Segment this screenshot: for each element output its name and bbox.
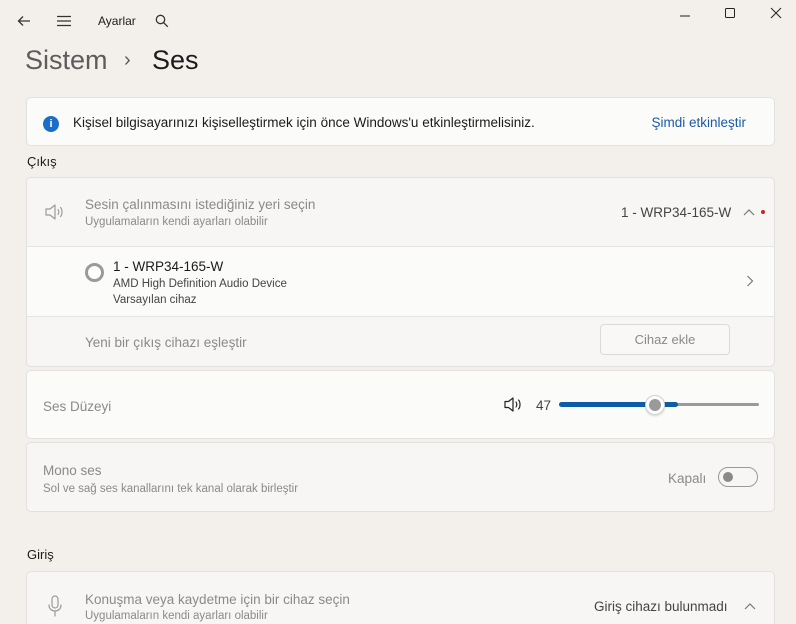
page-title: Ses — [152, 45, 199, 75]
info-icon: i — [43, 116, 59, 132]
close-button[interactable] — [762, 4, 790, 22]
volume-value: 47 — [536, 398, 552, 413]
selected-output-device: 1 - WRP34-165-W — [621, 205, 732, 220]
breadcrumb-separator: › — [124, 49, 131, 71]
output-section-label: Çıkış — [27, 154, 57, 169]
add-device-button[interactable]: Cihaz ekle — [600, 324, 730, 355]
app-title: Ayarlar — [98, 14, 136, 28]
volume-slider-thumb[interactable] — [645, 395, 665, 415]
back-arrow-icon — [17, 16, 30, 26]
activation-message: Kişisel bilgisayarınızı kişiselleştirmek… — [73, 115, 535, 130]
volume-label: Ses Düzeyi — [43, 399, 112, 414]
device-status: Varsayılan cihaz — [113, 294, 197, 306]
maximize-button[interactable] — [716, 4, 744, 22]
volume-card: Ses Düzeyi 47 — [26, 370, 775, 439]
device-name: 1 - WRP34-165-W — [113, 259, 224, 274]
microphone-icon — [48, 595, 62, 617]
input-choose-subtitle: Uygulamaların kendi ayarları olabilir — [85, 610, 268, 622]
mono-state-label: Kapalı — [668, 471, 707, 486]
speaker-icon — [45, 204, 63, 220]
activation-banner: i Kişisel bilgisayarınızı kişiselleştirm… — [26, 97, 775, 146]
output-device-selector[interactable]: Sesin çalınmasını istediğiniz yeri seçin… — [27, 178, 774, 246]
input-device-selector[interactable]: Konuşma veya kaydetme için bir cihaz seç… — [26, 571, 775, 624]
chevron-up-icon — [744, 603, 756, 610]
input-device-status: Giriş cihazı bulunmadı — [594, 599, 728, 614]
search-button[interactable] — [151, 10, 173, 32]
chevron-right-icon — [747, 275, 754, 287]
breadcrumb-parent[interactable]: Sistem — [25, 45, 108, 76]
activate-now-link[interactable]: Şimdi etkinleştir — [651, 115, 746, 130]
mono-subtitle: Sol ve sağ ses kanallarını tek kanal ola… — [43, 483, 299, 495]
speaker-icon[interactable] — [503, 396, 523, 413]
pair-output-label: Yeni bir çıkış cihazı eşleştir — [85, 335, 247, 350]
minimize-icon — [680, 15, 690, 17]
mono-title: Mono ses — [43, 463, 102, 478]
input-section-label: Giriş — [27, 547, 54, 562]
search-icon — [155, 14, 169, 28]
maximize-icon — [725, 8, 735, 18]
minimize-button[interactable] — [671, 4, 699, 22]
output-choose-subtitle: Uygulamaların kendi ayarları olabilir — [85, 216, 268, 228]
output-device-card: Sesin çalınmasını istediğiniz yeri seçin… — [26, 177, 775, 367]
alert-dot — [761, 210, 765, 214]
output-choose-title: Sesin çalınmasını istediğiniz yeri seçin — [85, 197, 316, 212]
output-device-item[interactable]: 1 - WRP34-165-W AMD High Definition Audi… — [27, 247, 774, 316]
mono-audio-card: Mono ses Sol ve sağ ses kanallarını tek … — [26, 442, 775, 512]
mono-toggle[interactable] — [718, 467, 758, 487]
close-icon — [770, 7, 782, 19]
volume-slider[interactable] — [559, 395, 759, 415]
input-choose-title: Konuşma veya kaydetme için bir cihaz seç… — [85, 592, 350, 607]
hamburger-icon — [57, 15, 71, 27]
device-radio[interactable] — [85, 263, 104, 282]
chevron-up-icon — [743, 209, 755, 216]
device-driver: AMD High Definition Audio Device — [113, 278, 287, 290]
pair-output-row: Yeni bir çıkış cihazı eşleştir Cihaz ekl… — [27, 317, 774, 367]
nav-menu-button[interactable] — [53, 10, 75, 32]
back-button[interactable] — [13, 10, 35, 32]
